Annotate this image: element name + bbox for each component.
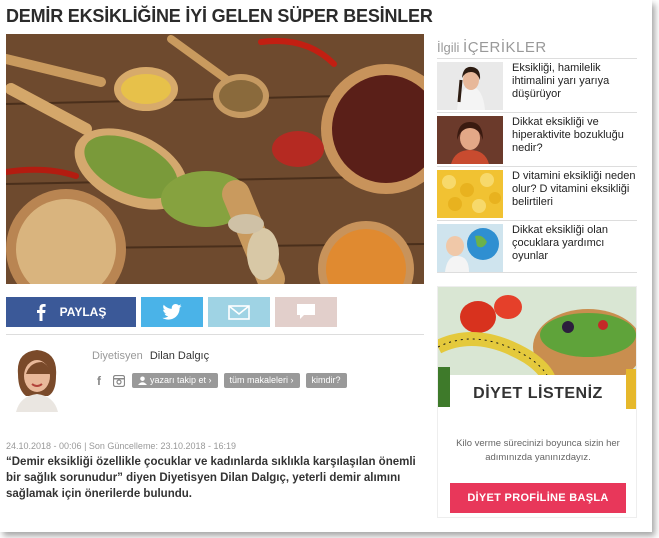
- article-dates: 24.10.2018 - 00:06 | Son Güncelleme: 23.…: [6, 441, 237, 451]
- related-thumbnail: [437, 170, 503, 218]
- related-item[interactable]: D vitamini eksikliği neden olur? D vitam…: [437, 170, 637, 218]
- divider: [437, 112, 637, 113]
- related-heading-prefix: İlgili: [437, 40, 460, 55]
- related-item[interactable]: Eksikliği, hamilelik ihtimalini yarı yar…: [437, 62, 637, 110]
- author-actions: f yazarı takip et › tüm makaleleri › kim…: [92, 373, 347, 388]
- article-title: DEMİR EKSİKLİĞİNE İYİ GELEN SÜPER BESİNL…: [6, 6, 433, 26]
- divider: [437, 220, 637, 221]
- divider: [437, 58, 637, 59]
- related-item-title[interactable]: D vitamini eksikliği neden olur? D vitam…: [512, 170, 638, 209]
- start-diet-profile-button[interactable]: DİYET PROFİLİNE BAŞLA: [450, 483, 626, 513]
- divider: [437, 272, 637, 273]
- twitter-share-button[interactable]: [141, 297, 203, 327]
- instagram-icon[interactable]: [112, 374, 126, 388]
- follow-author-button[interactable]: yazarı takip et ›: [132, 373, 218, 388]
- related-thumbnail: [437, 224, 503, 272]
- diet-ad-subtitle: Kilo verme sürecinizi boyunca sizin her …: [456, 438, 620, 463]
- article-lead: “Demir eksikliği özellikle çocuklar ve k…: [6, 456, 416, 500]
- related-thumbnail: [437, 62, 503, 110]
- related-item-title[interactable]: Eksikliği, hamilelik ihtimalini yarı yar…: [512, 62, 638, 101]
- divider: [6, 334, 424, 335]
- page-card: DEMİR EKSİKLİĞİNE İYİ GELEN SÜPER BESİNL…: [0, 0, 652, 532]
- related-item[interactable]: Dikkat eksikliği olan çocuklara yardımcı…: [437, 224, 637, 272]
- twitter-icon: [162, 304, 182, 320]
- related-thumbnail: [437, 116, 503, 164]
- all-articles-button[interactable]: tüm makaleleri ›: [223, 373, 300, 388]
- facebook-icon: [36, 304, 46, 321]
- follow-label: yazarı takip et ›: [150, 375, 212, 385]
- related-heading-main: İÇERİKLER: [463, 39, 547, 56]
- who-is-button[interactable]: kimdir?: [305, 373, 347, 388]
- mail-icon: [228, 304, 250, 320]
- author-avatar[interactable]: [8, 344, 66, 412]
- related-content-heading: İlgili İÇERİKLER: [437, 39, 547, 56]
- diet-list-ad[interactable]: DİYET LİSTENİZ Kilo verme sürecinizi boy…: [437, 286, 637, 518]
- share-label: PAYLAŞ: [59, 305, 107, 319]
- user-icon: [138, 376, 147, 385]
- diet-ad-title: DİYET LİSTENİZ: [473, 385, 603, 402]
- diet-ad-title-card: DİYET LİSTENİZ: [450, 375, 626, 413]
- related-item-title[interactable]: Dikkat eksikliği ve hiperaktivite bozukl…: [512, 116, 638, 155]
- related-item[interactable]: Dikkat eksikliği ve hiperaktivite bozukl…: [437, 116, 637, 164]
- mail-share-button[interactable]: [208, 297, 270, 327]
- hero-image: [6, 34, 424, 284]
- divider: [437, 166, 637, 167]
- author-info: Diyetisyen Dilan Dalgıç: [92, 350, 209, 362]
- comment-icon: [297, 304, 315, 319]
- facebook-share-button[interactable]: PAYLAŞ: [6, 297, 136, 327]
- author-role: Diyetisyen: [92, 350, 143, 362]
- related-item-title[interactable]: Dikkat eksikliği olan çocuklara yardımcı…: [512, 224, 638, 263]
- comment-button[interactable]: [275, 297, 337, 327]
- author-name[interactable]: Dilan Dalgıç: [150, 350, 209, 362]
- facebook-icon[interactable]: f: [92, 374, 106, 388]
